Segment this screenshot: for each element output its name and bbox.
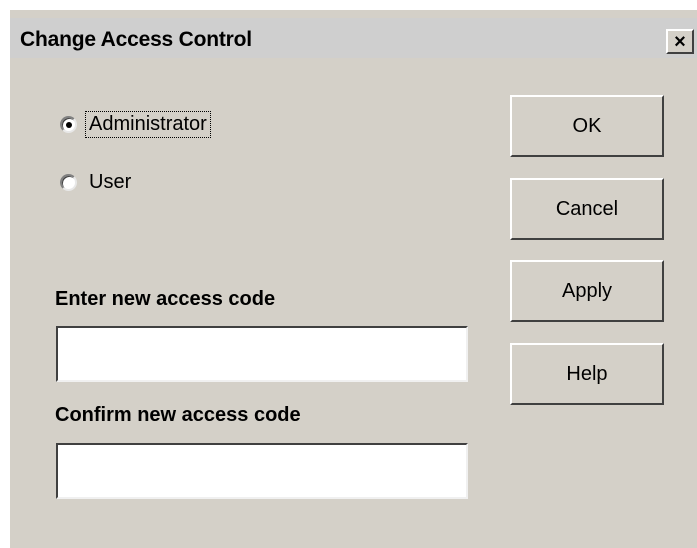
new-access-code-input[interactable] xyxy=(56,326,468,382)
ok-button[interactable]: OK xyxy=(510,95,664,157)
radio-administrator[interactable]: Administrator xyxy=(60,111,211,138)
close-icon: × xyxy=(674,30,686,53)
apply-button[interactable]: Apply xyxy=(510,260,664,322)
radio-button-administrator[interactable] xyxy=(60,116,77,133)
cancel-button[interactable]: Cancel xyxy=(510,178,664,240)
title-bar: Change Access Control × xyxy=(10,18,697,58)
radio-selected-dot xyxy=(65,121,72,128)
confirm-access-code-label: Confirm new access code xyxy=(55,404,301,426)
help-button[interactable]: Help xyxy=(510,343,664,405)
radio-label-user[interactable]: User xyxy=(87,171,133,194)
radio-label-administrator[interactable]: Administrator xyxy=(85,111,211,138)
change-access-control-dialog: Change Access Control × Administrator Us… xyxy=(10,10,697,548)
close-button[interactable]: × xyxy=(666,29,694,54)
dialog-title: Change Access Control xyxy=(20,28,252,51)
radio-button-user[interactable] xyxy=(60,174,77,191)
new-access-code-label: Enter new access code xyxy=(55,288,276,310)
confirm-access-code-input[interactable] xyxy=(56,443,468,499)
radio-user[interactable]: User xyxy=(60,171,133,194)
